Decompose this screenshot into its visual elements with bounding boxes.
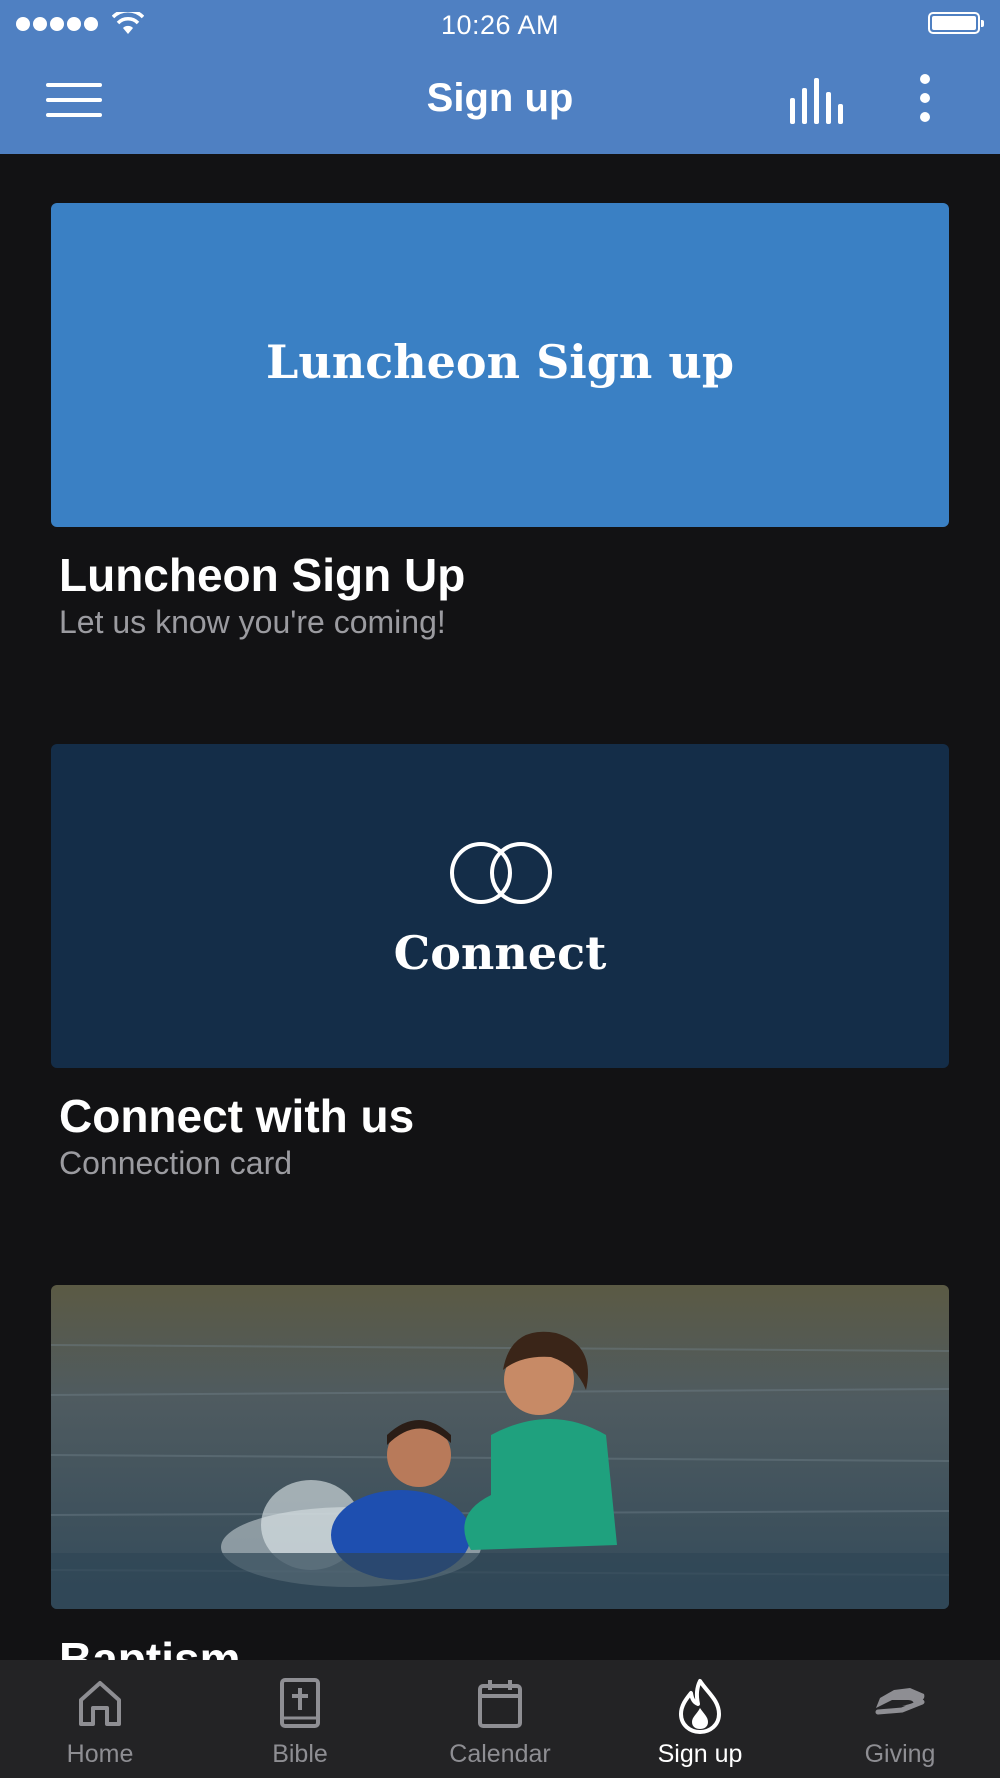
tab-bible[interactable]: Bible xyxy=(200,1660,400,1778)
bible-icon xyxy=(280,1678,320,1728)
giving-hand-icon xyxy=(875,1688,925,1715)
tab-label: Sign up xyxy=(657,1740,743,1768)
card-connect[interactable]: Connect Connect with us Connection card xyxy=(51,744,949,1182)
tab-calendar[interactable]: Calendar xyxy=(400,1660,600,1778)
card-subtitle: Connection card xyxy=(59,1145,293,1181)
top-bar: 10:26 AM Sign up xyxy=(0,0,1000,154)
status-time: 10:26 AM xyxy=(440,10,560,40)
card-title: Connect with us xyxy=(59,1090,415,1142)
baptism-image xyxy=(51,1285,949,1609)
tab-giving[interactable]: Giving xyxy=(800,1660,1000,1778)
tab-label: Home xyxy=(66,1740,134,1768)
luncheon-banner-text: Luncheon Sign up xyxy=(265,335,735,389)
audio-bars-icon[interactable] xyxy=(788,78,848,124)
more-options-button[interactable] xyxy=(910,74,940,130)
rings-icon xyxy=(450,842,552,904)
tab-home[interactable]: Home xyxy=(0,1660,200,1778)
tab-label: Calendar xyxy=(449,1740,551,1768)
tab-label: Giving xyxy=(864,1740,936,1768)
card-subtitle: Let us know you're coming! xyxy=(59,604,446,640)
calendar-icon xyxy=(478,1680,522,1728)
card-luncheon[interactable]: Luncheon Sign up Luncheon Sign Up Let us… xyxy=(51,203,949,641)
connect-banner[interactable]: Connect xyxy=(51,744,949,1068)
baptism-photo[interactable] xyxy=(51,1285,949,1609)
connect-banner-text: Connect xyxy=(393,926,607,980)
tab-label: Bible xyxy=(272,1740,328,1768)
flame-icon xyxy=(679,1679,721,1734)
tab-sign-up[interactable]: Sign up xyxy=(600,1660,800,1778)
status-bar: 10:26 AM xyxy=(0,0,1000,50)
page-title: Sign up xyxy=(426,76,574,120)
card-title: Luncheon Sign Up xyxy=(59,549,466,601)
card-baptism[interactable]: Baptism xyxy=(51,1285,949,1685)
home-icon xyxy=(79,1681,121,1726)
battery-icon xyxy=(928,12,984,34)
luncheon-banner[interactable]: Luncheon Sign up xyxy=(51,203,949,527)
tab-bar: Home Bible Calendar Sign up Giving xyxy=(0,1660,1000,1778)
